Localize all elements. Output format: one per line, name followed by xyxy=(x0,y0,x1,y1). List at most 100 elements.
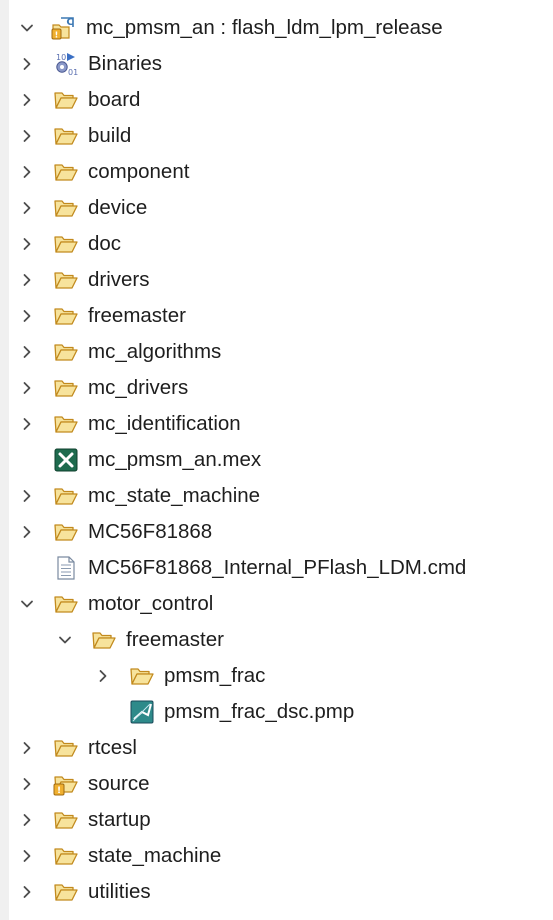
svg-text:!: ! xyxy=(55,31,59,40)
tree-item-utilities[interactable]: utilities xyxy=(9,874,553,910)
tree-item-label: doc xyxy=(88,232,122,255)
tree-item-mc-pmsm-an-mex[interactable]: mc_pmsm_an.mex xyxy=(9,442,553,478)
chevron-right-icon[interactable] xyxy=(17,298,37,334)
chevron-right-icon[interactable] xyxy=(17,514,37,550)
tree-item-mc-state-machine[interactable]: mc_state_machine xyxy=(9,478,553,514)
chevron-down-icon[interactable] xyxy=(17,10,37,46)
folder-icon xyxy=(53,411,79,437)
chevron-right-icon[interactable] xyxy=(17,118,37,154)
tree-item-pmsm-frac[interactable]: pmsm_frac xyxy=(9,658,553,694)
tree-item-rtcesl[interactable]: rtcesl xyxy=(9,730,553,766)
project-title: mc_pmsm_an : flash_ldm_lpm_release xyxy=(86,16,443,39)
folder-icon xyxy=(53,591,79,617)
folder-icon xyxy=(53,87,79,113)
tree-item-device[interactable]: device xyxy=(9,190,553,226)
tree-item-label: component xyxy=(88,160,190,183)
tree-item-label: source xyxy=(88,772,150,795)
folder-icon xyxy=(53,123,79,149)
source-folder-icon: ! xyxy=(53,771,79,797)
folder-icon xyxy=(53,807,79,833)
tree-item-label: mc_pmsm_an.mex xyxy=(88,448,262,471)
tree-item-label: board xyxy=(88,88,141,111)
tree-item-label: freemaster xyxy=(126,628,224,651)
tree-item-mc-drivers[interactable]: mc_drivers xyxy=(9,370,553,406)
tree-item-component[interactable]: component xyxy=(9,154,553,190)
chevron-right-icon[interactable] xyxy=(17,190,37,226)
chevron-right-icon[interactable] xyxy=(17,82,37,118)
chevron-right-icon[interactable] xyxy=(17,406,37,442)
tree-item-label: mc_algorithms xyxy=(88,340,222,363)
folder-icon xyxy=(91,627,117,653)
tree-item-startup[interactable]: startup xyxy=(9,802,553,838)
tree-item-board[interactable]: board xyxy=(9,82,553,118)
tree-item-freemaster[interactable]: freemaster xyxy=(9,298,553,334)
chevron-down-icon[interactable] xyxy=(17,586,37,622)
tree-item-label: build xyxy=(88,124,132,147)
chevron-right-icon[interactable] xyxy=(17,46,37,82)
tree-item-label: pmsm_frac_dsc.pmp xyxy=(164,700,355,723)
tree-item-mc56f81868[interactable]: MC56F81868 xyxy=(9,514,553,550)
folder-icon xyxy=(53,483,79,509)
chevron-right-icon[interactable] xyxy=(17,262,37,298)
left-panel-border xyxy=(0,0,9,920)
svg-text:!: ! xyxy=(57,786,61,796)
tree-root-project[interactable]: ! Cmc_pmsm_an : flash_ldm_lpm_release xyxy=(9,10,553,46)
tree-item-label: MC56F81868 xyxy=(88,520,213,543)
tree-item-doc[interactable]: doc xyxy=(9,226,553,262)
folder-icon xyxy=(53,375,79,401)
tree-item-label: motor_control xyxy=(88,592,214,615)
folder-icon xyxy=(53,159,79,185)
tree-item-label: device xyxy=(88,196,148,219)
tree-item-build[interactable]: build xyxy=(9,118,553,154)
chevron-right-icon[interactable] xyxy=(17,802,37,838)
chevron-right-icon[interactable] xyxy=(17,730,37,766)
chevron-right-icon[interactable] xyxy=(17,478,37,514)
tree-item-label: startup xyxy=(88,808,151,831)
tree-item-label: state_machine xyxy=(88,844,222,867)
tree-item-label: drivers xyxy=(88,268,150,291)
chevron-right-icon[interactable] xyxy=(17,766,37,802)
project-explorer-tree: ! Cmc_pmsm_an : flash_ldm_lpm_release 10 01… xyxy=(9,10,553,910)
svg-text:01: 01 xyxy=(68,68,78,77)
folder-icon xyxy=(53,843,79,869)
tree-item-label: utilities xyxy=(88,880,151,903)
folder-icon xyxy=(53,735,79,761)
tree-item-label: Binaries xyxy=(88,52,163,75)
folder-icon xyxy=(53,303,79,329)
tree-item-state-machine[interactable]: state_machine xyxy=(9,838,553,874)
chevron-right-icon[interactable] xyxy=(17,154,37,190)
chevron-right-icon[interactable] xyxy=(17,874,37,910)
tree-item-mc-identification[interactable]: mc_identification xyxy=(9,406,553,442)
folder-icon xyxy=(53,231,79,257)
binaries-icon: 10 01 xyxy=(53,51,79,77)
project-icon: ! C xyxy=(51,15,77,41)
pmp-file-icon xyxy=(129,699,155,725)
folder-icon xyxy=(53,879,79,905)
chevron-right-icon[interactable] xyxy=(17,226,37,262)
tree-item-label: mc_identification xyxy=(88,412,241,435)
tree-item-drivers[interactable]: drivers xyxy=(9,262,553,298)
tree-item-label: pmsm_frac xyxy=(164,664,266,687)
tree-item-label: mc_state_machine xyxy=(88,484,261,507)
chevron-right-icon[interactable] xyxy=(17,838,37,874)
text-file-icon xyxy=(53,555,79,581)
tree-item-pmsm-frac-dsc-pmp[interactable]: pmsm_frac_dsc.pmp xyxy=(9,694,553,730)
tree-item-label: freemaster xyxy=(88,304,186,327)
tree-item-label: rtcesl xyxy=(88,736,137,759)
tree-item-motor-control[interactable]: motor_control xyxy=(9,586,553,622)
svg-text:10: 10 xyxy=(56,53,66,62)
tree-item-label: MC56F81868_Internal_PFlash_LDM.cmd xyxy=(88,556,467,579)
tree-item-source[interactable]: ! source xyxy=(9,766,553,802)
chevron-right-icon[interactable] xyxy=(17,370,37,406)
tree-item-mc56f81868-internal-pflash-ldm-cmd[interactable]: MC56F81868_Internal_PFlash_LDM.cmd xyxy=(9,550,553,586)
svg-text:C: C xyxy=(66,17,73,28)
chevron-right-icon[interactable] xyxy=(17,334,37,370)
chevron-down-icon[interactable] xyxy=(55,622,75,658)
chevron-right-icon[interactable] xyxy=(93,658,113,694)
tree-item-binaries[interactable]: 10 01 Binaries xyxy=(9,46,553,82)
tree-item-freemaster[interactable]: freemaster xyxy=(9,622,553,658)
mex-file-icon xyxy=(53,447,79,473)
folder-icon xyxy=(53,519,79,545)
tree-item-mc-algorithms[interactable]: mc_algorithms xyxy=(9,334,553,370)
folder-icon xyxy=(53,339,79,365)
